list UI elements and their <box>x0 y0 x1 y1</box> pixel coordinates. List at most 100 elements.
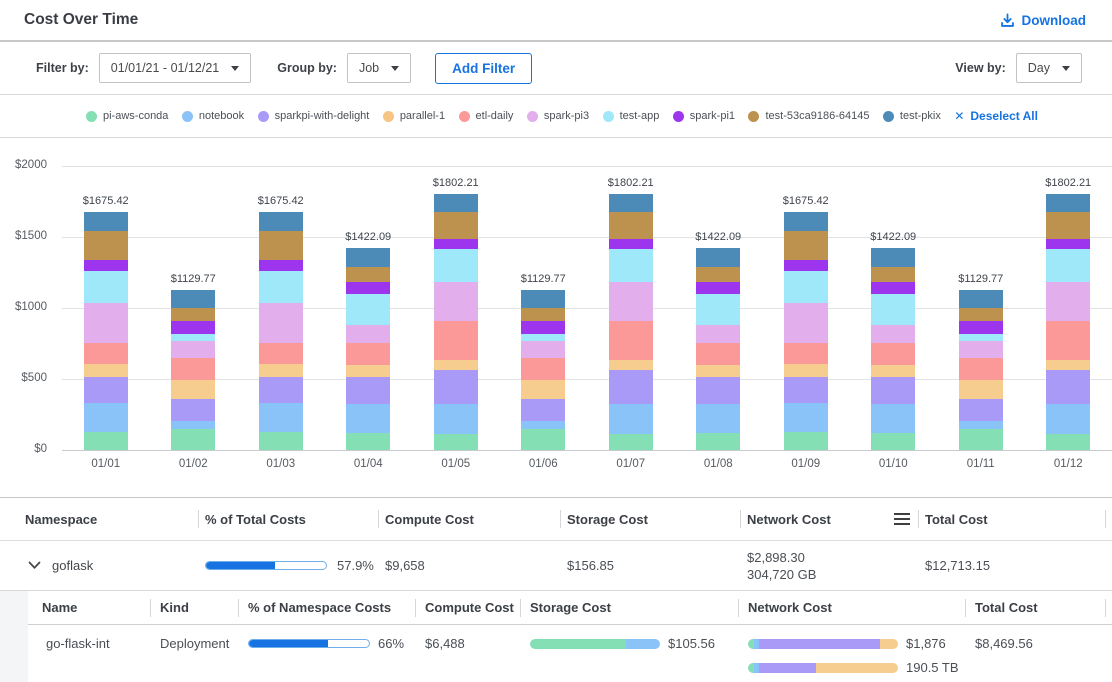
bar-segment-test-53ca9186-64145[interactable] <box>959 308 1003 321</box>
stacked-bar[interactable] <box>696 248 740 450</box>
bar-segment-pi-aws-conda[interactable] <box>521 429 565 450</box>
bar-segment-notebook[interactable] <box>259 403 303 432</box>
stacked-bar[interactable] <box>1046 194 1090 450</box>
deselect-all-button[interactable]: ✕ Deselect All <box>954 109 1038 123</box>
legend-item[interactable]: parallel-1 <box>383 110 445 122</box>
collapse-chevron-icon[interactable] <box>28 561 41 570</box>
bar-segment-spark-pi1[interactable] <box>84 260 128 270</box>
bar-segment-spark-pi3[interactable] <box>259 303 303 343</box>
bar-segment-test-53ca9186-64145[interactable] <box>434 212 478 239</box>
bar-segment-spark-pi3[interactable] <box>609 282 653 320</box>
bar-segment-pi-aws-conda[interactable] <box>171 429 215 450</box>
bar-segment-spark-pi1[interactable] <box>609 239 653 250</box>
bar-segment-test-pkix[interactable] <box>434 194 478 212</box>
bar-segment-pi-aws-conda[interactable] <box>346 433 390 450</box>
bar-segment-parallel-1[interactable] <box>609 360 653 371</box>
stacked-bar[interactable] <box>434 194 478 450</box>
bar-segment-notebook[interactable] <box>521 421 565 429</box>
stacked-bar[interactable] <box>959 290 1003 450</box>
stacked-bar[interactable] <box>259 212 303 450</box>
bar-segment-etl-daily[interactable] <box>434 321 478 360</box>
bar-segment-notebook[interactable] <box>171 421 215 429</box>
bar-segment-spark-pi1[interactable] <box>346 282 390 294</box>
legend-item[interactable]: sparkpi-with-delight <box>258 110 370 122</box>
bar-segment-test-pkix[interactable] <box>84 212 128 231</box>
bar-segment-test-53ca9186-64145[interactable] <box>259 231 303 260</box>
bar-segment-pi-aws-conda[interactable] <box>696 433 740 450</box>
table-row[interactable]: go-flask-int Deployment 66% $6,488 $105.… <box>28 625 1112 682</box>
bar-segment-sparkpi-with-delight[interactable] <box>434 370 478 404</box>
bar-segment-sparkpi-with-delight[interactable] <box>521 399 565 421</box>
bar-segment-sparkpi-with-delight[interactable] <box>259 377 303 404</box>
legend-item[interactable]: test-pkix <box>883 110 941 122</box>
bar-segment-test-53ca9186-64145[interactable] <box>84 231 128 260</box>
bar-segment-parallel-1[interactable] <box>871 365 915 377</box>
bar-segment-test-app[interactable] <box>521 334 565 342</box>
bar-segment-test-app[interactable] <box>434 249 478 282</box>
bar-segment-parallel-1[interactable] <box>959 380 1003 399</box>
bar-segment-test-pkix[interactable] <box>959 290 1003 308</box>
stacked-bar[interactable] <box>171 290 215 450</box>
bar-segment-notebook[interactable] <box>84 403 128 432</box>
bar-segment-parallel-1[interactable] <box>171 380 215 399</box>
legend-item[interactable]: notebook <box>182 110 244 122</box>
bar-segment-test-pkix[interactable] <box>171 290 215 308</box>
bar-segment-spark-pi1[interactable] <box>959 321 1003 334</box>
stacked-bar[interactable] <box>609 194 653 450</box>
bar-segment-spark-pi3[interactable] <box>84 303 128 343</box>
bar-segment-spark-pi1[interactable] <box>521 321 565 334</box>
bar-segment-test-app[interactable] <box>871 294 915 325</box>
bar-segment-test-app[interactable] <box>84 271 128 304</box>
bar-segment-parallel-1[interactable] <box>346 365 390 377</box>
bar-segment-etl-daily[interactable] <box>871 343 915 365</box>
bar-segment-notebook[interactable] <box>784 403 828 432</box>
bar-segment-test-app[interactable] <box>784 271 828 304</box>
bar-segment-test-53ca9186-64145[interactable] <box>171 308 215 321</box>
bar-segment-test-app[interactable] <box>609 249 653 282</box>
bar-segment-test-pkix[interactable] <box>784 212 828 231</box>
bar-segment-pi-aws-conda[interactable] <box>959 429 1003 450</box>
bar-segment-spark-pi1[interactable] <box>259 260 303 270</box>
bar-segment-parallel-1[interactable] <box>521 380 565 399</box>
bar-segment-parallel-1[interactable] <box>784 364 828 377</box>
legend-item[interactable]: spark-pi3 <box>527 110 589 122</box>
bar-segment-test-pkix[interactable] <box>521 290 565 308</box>
stacked-bar[interactable] <box>871 248 915 450</box>
bar-segment-test-pkix[interactable] <box>609 194 653 212</box>
legend-item[interactable]: spark-pi1 <box>673 110 735 122</box>
bar-segment-parallel-1[interactable] <box>259 364 303 377</box>
bar-segment-parallel-1[interactable] <box>696 365 740 377</box>
bar-segment-spark-pi3[interactable] <box>346 325 390 342</box>
stacked-bar[interactable] <box>521 290 565 450</box>
bar-segment-etl-daily[interactable] <box>171 358 215 379</box>
bar-segment-spark-pi1[interactable] <box>171 321 215 334</box>
bar-segment-pi-aws-conda[interactable] <box>609 434 653 450</box>
bar-segment-pi-aws-conda[interactable] <box>434 434 478 450</box>
table-row[interactable]: goflask 57.9% $9,658 $156.85 $2,898.30 3… <box>0 541 1112 591</box>
view-by-select[interactable]: Day <box>1016 53 1082 83</box>
bar-segment-parallel-1[interactable] <box>434 360 478 371</box>
bar-segment-spark-pi3[interactable] <box>434 282 478 320</box>
stacked-bar[interactable] <box>346 248 390 450</box>
legend-item[interactable]: test-app <box>603 110 660 122</box>
bar-segment-test-53ca9186-64145[interactable] <box>784 231 828 260</box>
bar-segment-sparkpi-with-delight[interactable] <box>609 370 653 404</box>
bar-segment-test-app[interactable] <box>696 294 740 325</box>
legend-item[interactable]: pi-aws-conda <box>86 110 168 122</box>
legend-item[interactable]: etl-daily <box>459 110 514 122</box>
bar-segment-etl-daily[interactable] <box>259 343 303 364</box>
bar-segment-test-53ca9186-64145[interactable] <box>346 267 390 282</box>
bar-segment-sparkpi-with-delight[interactable] <box>784 377 828 404</box>
bar-segment-pi-aws-conda[interactable] <box>84 432 128 450</box>
bar-segment-notebook[interactable] <box>871 404 915 433</box>
bar-segment-spark-pi3[interactable] <box>784 303 828 343</box>
bar-segment-parallel-1[interactable] <box>84 364 128 377</box>
bar-segment-notebook[interactable] <box>1046 404 1090 434</box>
bar-segment-etl-daily[interactable] <box>696 343 740 365</box>
add-filter-button[interactable]: Add Filter <box>435 53 532 84</box>
bar-segment-test-pkix[interactable] <box>696 248 740 267</box>
bar-segment-pi-aws-conda[interactable] <box>871 433 915 450</box>
bar-segment-test-app[interactable] <box>959 334 1003 342</box>
bar-segment-test-app[interactable] <box>171 334 215 342</box>
bar-segment-test-app[interactable] <box>346 294 390 325</box>
